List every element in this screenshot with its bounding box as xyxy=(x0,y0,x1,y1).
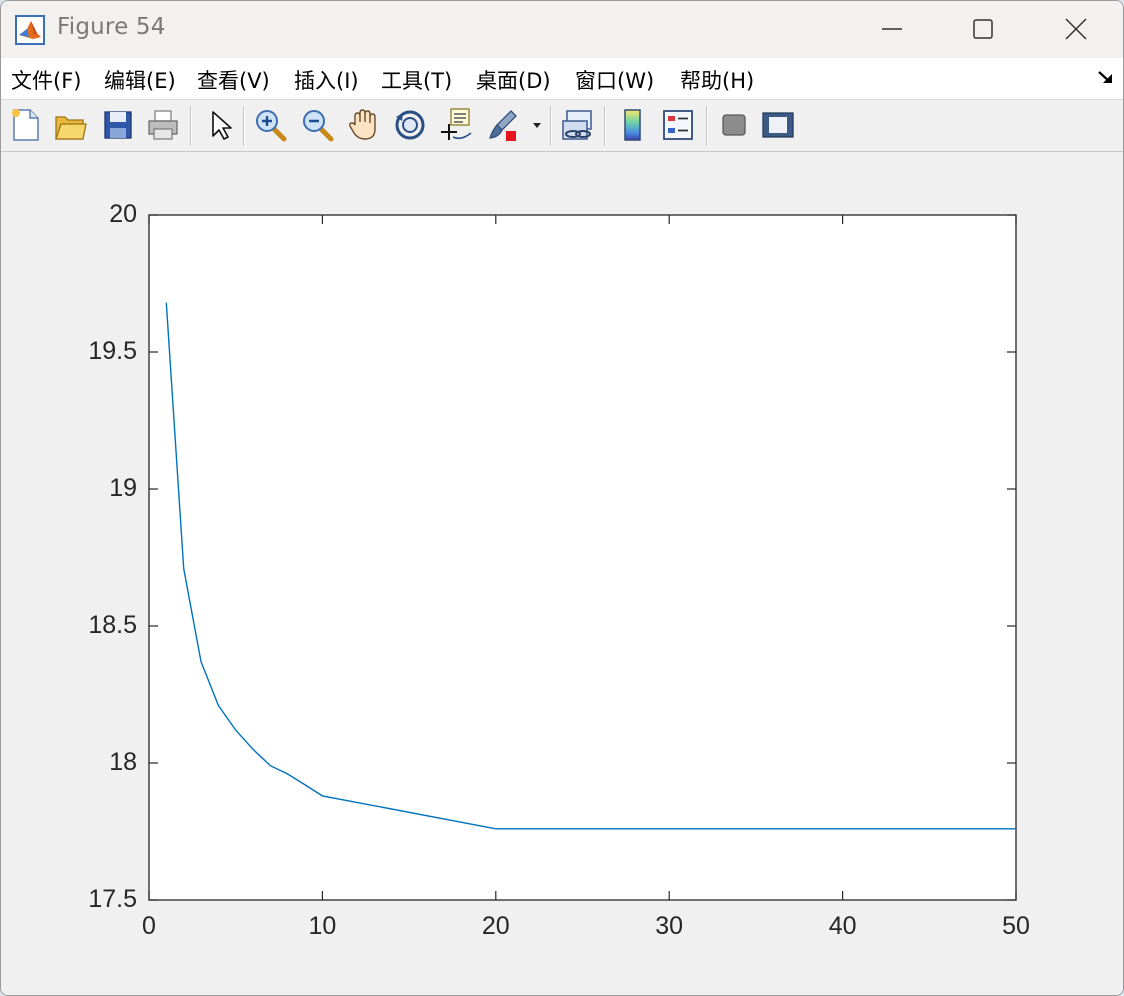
data-cursor-icon xyxy=(441,108,472,140)
hide-plot-tools-icon xyxy=(722,114,746,136)
y-tick-label: 18.5 xyxy=(88,611,137,639)
y-tick-label: 19 xyxy=(109,474,137,502)
pointer-icon xyxy=(212,111,232,140)
link-plot-button[interactable] xyxy=(561,107,595,143)
rotate-3d-icon xyxy=(395,110,425,140)
menu-edit[interactable]: 编辑(E) xyxy=(104,65,176,95)
pointer-button[interactable] xyxy=(204,107,238,143)
save-icon xyxy=(104,111,132,139)
new-figure-button[interactable] xyxy=(9,107,43,143)
figure-canvas[interactable]: 0 10 20 30 40 50 17.5 18 18.5 19 19.5 20 xyxy=(1,152,1123,995)
insert-legend-button[interactable] xyxy=(661,107,695,143)
menu-bar: 文件(F) 编辑(E) 查看(V) 插入(I) 工具(T) 桌面(D) 窗口(W… xyxy=(1,58,1123,100)
y-tick-label: 17.5 xyxy=(88,885,137,913)
print-button[interactable] xyxy=(146,107,180,143)
x-tick-label: 50 xyxy=(1002,912,1030,940)
y-tick-label: 18 xyxy=(109,748,137,776)
dock-figure-icon[interactable] xyxy=(1097,70,1115,86)
chevron-down-icon xyxy=(533,123,541,128)
hide-plot-tools-button[interactable] xyxy=(717,107,751,143)
save-button[interactable] xyxy=(101,107,135,143)
brush-dropdown-button[interactable] xyxy=(529,107,545,143)
close-button[interactable] xyxy=(1031,1,1121,58)
data-cursor-button[interactable] xyxy=(439,107,473,143)
print-icon xyxy=(148,110,178,140)
toolbar-separator xyxy=(604,106,606,146)
colorbar-icon xyxy=(624,109,641,141)
title-bar[interactable]: Figure 54 xyxy=(1,1,1123,58)
x-tick-label: 0 xyxy=(142,912,156,940)
menu-tools[interactable]: 工具(T) xyxy=(381,65,452,95)
maximize-icon xyxy=(973,19,993,39)
x-tick-label: 30 xyxy=(655,912,684,940)
legend-icon xyxy=(663,110,693,140)
pan-hand-icon xyxy=(349,109,376,140)
matlab-logo-icon xyxy=(15,15,45,45)
menu-insert[interactable]: 插入(I) xyxy=(294,65,359,95)
new-figure-icon xyxy=(12,109,39,141)
rotate-3d-button[interactable] xyxy=(393,107,427,143)
maximize-button[interactable] xyxy=(938,1,1028,58)
insert-colorbar-button[interactable] xyxy=(616,107,650,143)
toolbar-separator xyxy=(550,106,552,146)
link-plot-icon xyxy=(562,110,592,140)
menu-file[interactable]: 文件(F) xyxy=(11,65,81,95)
axes-plot[interactable] xyxy=(1,152,1123,995)
minimize-button[interactable] xyxy=(847,1,937,58)
menu-view[interactable]: 查看(V) xyxy=(197,65,270,95)
show-plot-tools-button[interactable] xyxy=(761,107,795,143)
menu-desktop[interactable]: 桌面(D) xyxy=(476,65,551,95)
toolbar-separator xyxy=(706,106,708,146)
menu-help[interactable]: 帮助(H) xyxy=(680,65,754,95)
show-plot-tools-icon xyxy=(762,112,794,138)
close-icon xyxy=(1065,18,1087,40)
y-tick-label: 19.5 xyxy=(88,337,137,365)
toolbar-separator xyxy=(190,106,192,146)
open-file-icon xyxy=(55,116,87,140)
menu-window[interactable]: 窗口(W) xyxy=(575,65,654,95)
x-tick-label: 20 xyxy=(481,912,510,940)
zoom-out-icon xyxy=(303,110,334,142)
y-tick-label: 20 xyxy=(109,200,137,228)
figure-toolbar xyxy=(1,100,1123,152)
x-tick-label: 40 xyxy=(828,912,857,940)
zoom-in-icon xyxy=(256,110,287,142)
figure-window: Figure 54 文件(F) 编辑(E) 查看(V) 插入(I) 工具(T) … xyxy=(0,0,1124,996)
brush-icon xyxy=(489,110,517,141)
x-tick-label: 10 xyxy=(308,912,337,940)
zoom-out-button[interactable] xyxy=(300,107,334,143)
open-file-button[interactable] xyxy=(53,107,87,143)
axes-box xyxy=(148,214,1017,901)
toolbar-separator xyxy=(243,106,245,146)
window-title: Figure 54 xyxy=(57,14,166,40)
zoom-in-button[interactable] xyxy=(253,107,287,143)
minimize-icon xyxy=(882,28,902,30)
pan-button[interactable] xyxy=(347,107,381,143)
brush-button[interactable] xyxy=(487,107,521,143)
